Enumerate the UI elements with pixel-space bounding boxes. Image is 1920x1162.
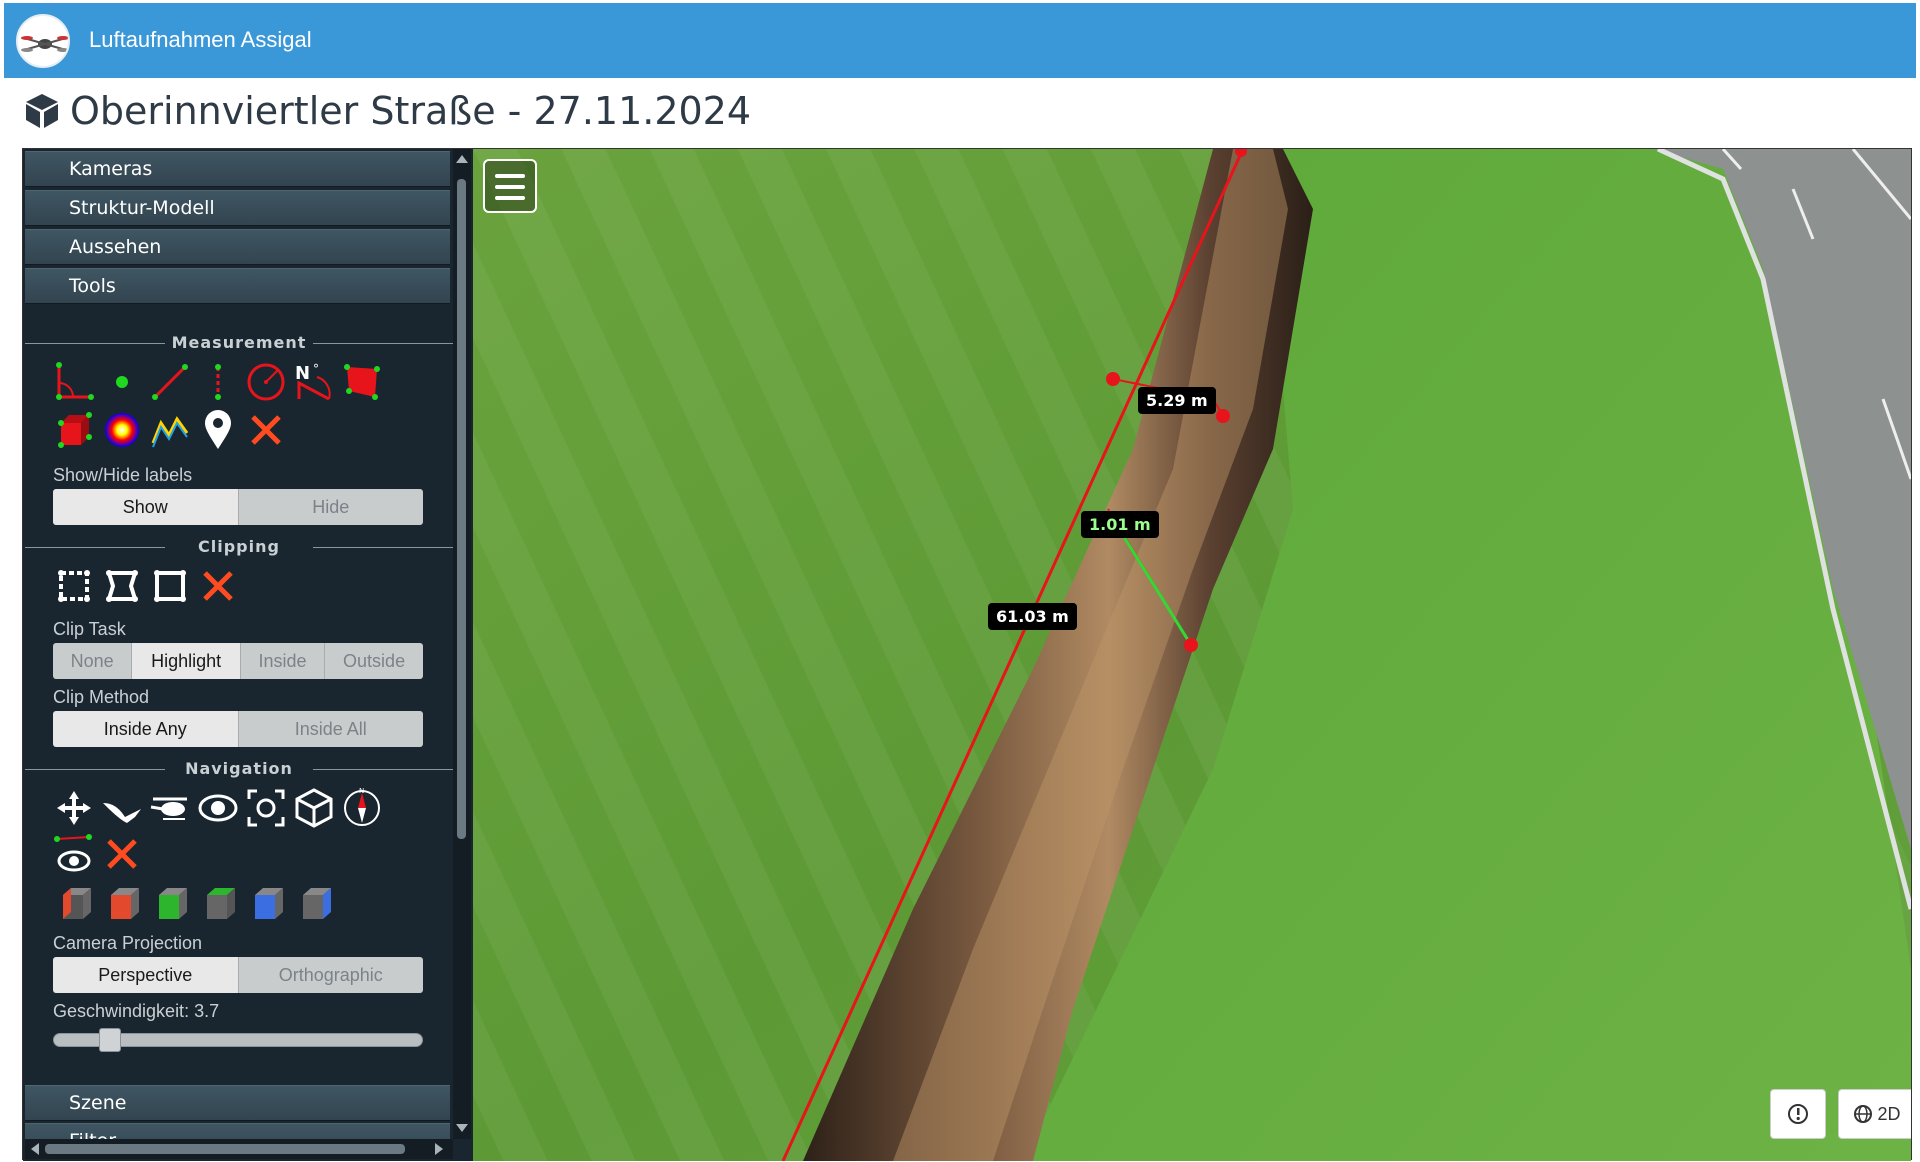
azimuth-icon[interactable]: N ° xyxy=(293,361,335,403)
measure-label-distance-long[interactable]: 61.03 m xyxy=(988,603,1077,630)
info-button[interactable] xyxy=(1770,1089,1826,1139)
accordion-kameras[interactable]: Kameras xyxy=(25,151,450,187)
angle-icon[interactable] xyxy=(53,361,95,403)
app-header: Luftaufnahmen Assigal xyxy=(4,3,1916,78)
clip-polygon-icon[interactable] xyxy=(101,565,143,607)
left-view-icon[interactable] xyxy=(53,883,95,925)
labels-toggle-title: Show/Hide labels xyxy=(53,465,193,485)
fly-control-icon[interactable] xyxy=(101,787,143,829)
height-icon[interactable] xyxy=(197,361,239,403)
scroll-h-thumb[interactable] xyxy=(45,1144,405,1154)
info-icon xyxy=(1788,1104,1808,1124)
clip-method-inside-all-button[interactable]: Inside All xyxy=(238,711,423,747)
aerial-scene xyxy=(473,149,1911,1161)
svg-text:°: ° xyxy=(313,362,319,376)
area-icon[interactable] xyxy=(341,361,383,403)
speed-slider-handle[interactable] xyxy=(99,1028,121,1052)
profile-icon[interactable] xyxy=(149,409,191,451)
accordion-tools[interactable]: Tools xyxy=(25,268,450,304)
cube-icon xyxy=(26,94,58,128)
menu-toggle-button[interactable] xyxy=(483,159,537,213)
accordion-szene[interactable]: Szene xyxy=(25,1085,450,1121)
sidebar-horizontal-scrollbar[interactable] xyxy=(25,1139,453,1159)
clip-task-title: Clip Task xyxy=(53,619,126,639)
point-cloud-view[interactable]: 5.29 m 1.01 m 61.03 m 2D xyxy=(473,149,1911,1161)
annotation-icon[interactable] xyxy=(197,409,239,451)
clip-task-highlight-button[interactable]: Highlight xyxy=(132,643,241,679)
projection-orthographic-button[interactable]: Orthographic xyxy=(238,957,423,993)
cube-view-icon[interactable] xyxy=(293,787,335,829)
focus-icon[interactable] xyxy=(245,787,287,829)
circle-icon[interactable] xyxy=(245,361,287,403)
clip-box-icon[interactable] xyxy=(53,565,95,607)
speed-label: Geschwindigkeit: 3.7 xyxy=(53,1001,220,1021)
sphere-volume-icon[interactable] xyxy=(101,409,143,451)
clip-task-inside-button[interactable]: Inside xyxy=(240,643,326,679)
clip-task-toggle: None Highlight Inside Outside xyxy=(53,643,423,679)
front-view-icon[interactable] xyxy=(101,883,143,925)
clip-task-none-button[interactable]: None xyxy=(53,643,133,679)
clip-plane-icon[interactable] xyxy=(149,565,191,607)
scroll-thumb[interactable] xyxy=(457,179,466,839)
svg-text:N: N xyxy=(359,787,364,795)
accordion-struktur-modell[interactable]: Struktur-Modell xyxy=(25,190,450,226)
top-view-icon[interactable] xyxy=(149,883,191,925)
orbit-control-icon[interactable] xyxy=(197,787,239,829)
clip-method-inside-any-button[interactable]: Inside Any xyxy=(53,711,239,747)
remove-icon[interactable] xyxy=(101,833,143,875)
globe-icon xyxy=(1854,1105,1873,1123)
clip-method-title: Clip Method xyxy=(53,687,150,707)
sidebar: Kameras Struktur-Modell Aussehen Tools M… xyxy=(23,149,473,1161)
app-logo[interactable] xyxy=(16,14,70,68)
scroll-right-arrow[interactable] xyxy=(435,1143,443,1155)
right-view-icon[interactable] xyxy=(245,883,287,925)
scroll-up-arrow[interactable] xyxy=(456,155,468,163)
section-navigation-title: Navigation xyxy=(25,759,453,779)
projection-perspective-button[interactable]: Perspective xyxy=(53,957,239,993)
section-measurement-title: Measurement xyxy=(25,333,453,353)
sidebar-vertical-scrollbar[interactable] xyxy=(453,149,471,1139)
compass-icon[interactable]: N xyxy=(341,787,383,829)
volume-icon[interactable] xyxy=(53,409,95,451)
section-clipping-title: Clipping xyxy=(25,537,453,557)
remove-clip-icon[interactable] xyxy=(197,565,239,607)
distance-icon[interactable] xyxy=(149,361,191,403)
earth-control-icon[interactable] xyxy=(53,787,95,829)
measure-label-distance-short[interactable]: 5.29 m xyxy=(1138,387,1216,414)
bottom-view-icon[interactable] xyxy=(293,883,335,925)
camera-projection-title: Camera Projection xyxy=(53,933,203,953)
clip-task-outside-button[interactable]: Outside xyxy=(325,643,423,679)
heli-control-icon[interactable] xyxy=(149,787,191,829)
accordion-aussehen[interactable]: Aussehen xyxy=(25,229,450,265)
labels-hide-button[interactable]: Hide xyxy=(238,489,423,525)
labels-toggle: Show Hide xyxy=(53,489,423,525)
potree-viewer: Kameras Struktur-Modell Aussehen Tools M… xyxy=(22,148,1912,1161)
point-icon[interactable] xyxy=(101,361,143,403)
page-title-bar: Oberinnviertler Straße - 27.11.2024 xyxy=(22,86,751,136)
page-title: Oberinnviertler Straße - 27.11.2024 xyxy=(70,89,752,133)
scroll-down-arrow[interactable] xyxy=(456,1124,468,1132)
speed-slider[interactable] xyxy=(53,1028,423,1052)
measure-label-height[interactable]: 1.01 m xyxy=(1081,511,1159,538)
camera-animation-icon[interactable] xyxy=(53,833,95,875)
back-view-icon[interactable] xyxy=(197,883,239,925)
labels-show-button[interactable]: Show xyxy=(53,489,239,525)
app-title: Luftaufnahmen Assigal xyxy=(89,27,312,52)
2d-mode-label: 2D xyxy=(1877,1103,1901,1124)
camera-projection-toggle: Perspective Orthographic xyxy=(53,957,423,993)
clip-method-toggle: Inside Any Inside All xyxy=(53,711,423,747)
scroll-left-arrow[interactable] xyxy=(31,1143,39,1155)
2d-mode-button[interactable]: 2D xyxy=(1838,1089,1911,1139)
remove-all-icon[interactable] xyxy=(245,409,287,451)
svg-text:N: N xyxy=(295,363,310,384)
